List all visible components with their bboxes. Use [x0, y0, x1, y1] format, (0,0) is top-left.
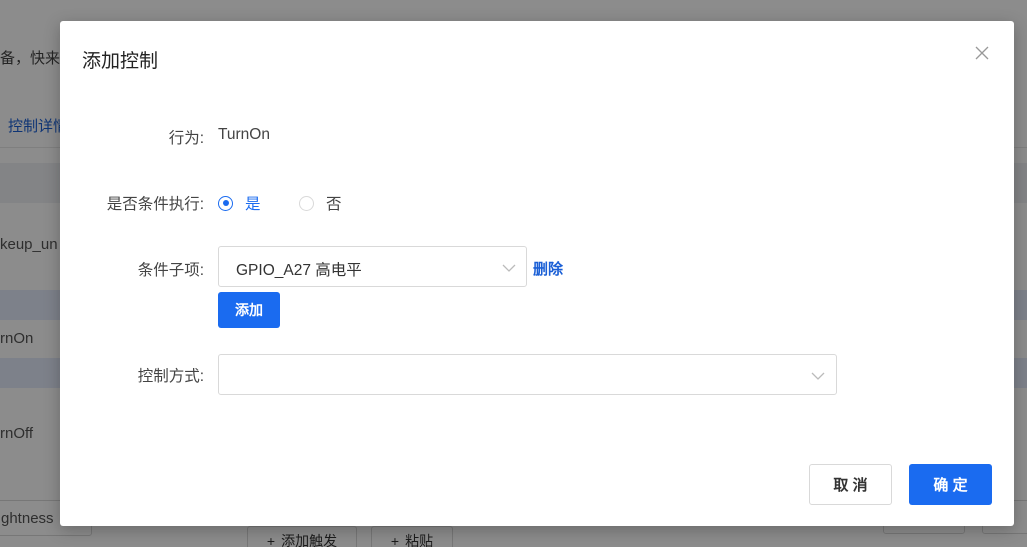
delete-condition-link[interactable]: 删除	[533, 258, 563, 279]
chevron-down-icon	[811, 372, 825, 380]
condition-item-value: GPIO_A27 高电平	[236, 262, 362, 279]
cancel-button[interactable]: 取 消	[809, 464, 892, 505]
chevron-down-icon	[502, 264, 516, 272]
confirm-button[interactable]: 确 定	[909, 464, 992, 505]
condition-item-label: 条件子项:	[137, 262, 204, 279]
radio-checked-icon	[218, 195, 233, 211]
radio-yes[interactable]: 是	[218, 192, 261, 214]
add-control-dialog: 添加控制 行为: TurnOn 是否条件执行: 是 否 条件子项: GPIO_A…	[60, 21, 1014, 526]
condition-item-select[interactable]: GPIO_A27 高电平	[218, 246, 527, 287]
close-icon[interactable]	[972, 43, 992, 63]
control-mode-label: 控制方式:	[137, 368, 204, 385]
control-mode-select[interactable]	[218, 354, 837, 395]
radio-unchecked-icon	[299, 195, 314, 211]
radio-yes-label: 是	[245, 196, 261, 213]
dialog-title: 添加控制	[82, 51, 159, 72]
behavior-value: TurnOn	[218, 126, 270, 143]
conditional-execution-label: 是否条件执行:	[106, 196, 204, 213]
add-condition-button[interactable]: 添加	[218, 292, 280, 328]
radio-no-label: 否	[326, 196, 342, 213]
radio-no[interactable]: 否	[299, 192, 342, 214]
behavior-label: 行为:	[168, 130, 204, 147]
